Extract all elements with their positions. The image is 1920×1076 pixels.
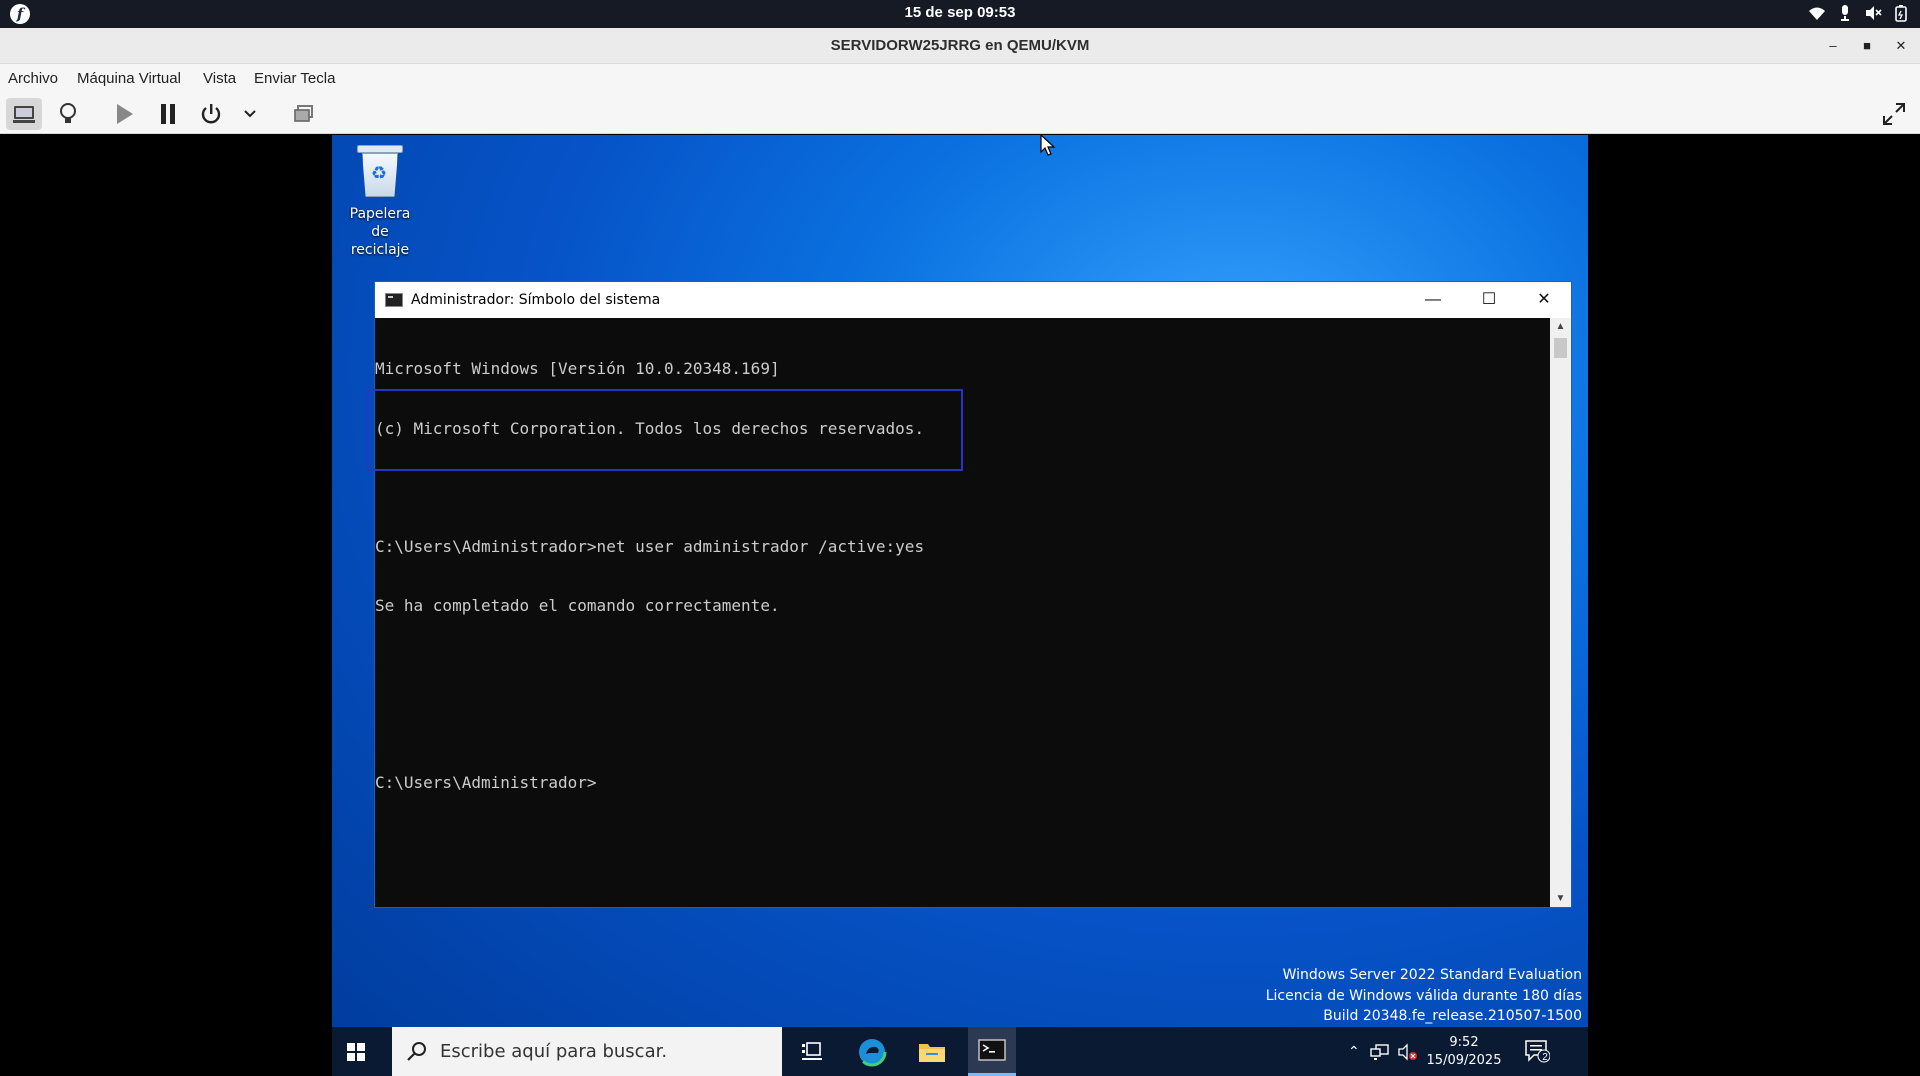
taskbar-clock[interactable]: 9:52 15/09/2025	[1424, 1034, 1504, 1070]
cmd-app-icon	[385, 293, 403, 307]
recycle-bin-icon: ♻	[357, 145, 403, 197]
scroll-up-icon[interactable]: ▲	[1550, 318, 1571, 335]
highlight-annotation-box	[367, 389, 963, 471]
system-clock[interactable]: 15 de sep 09:53	[0, 0, 1920, 25]
pause-icon[interactable]	[150, 98, 186, 130]
battery-icon[interactable]	[1892, 4, 1910, 22]
cmd-line	[375, 655, 1550, 675]
cmd-line: Microsoft Windows [Versión 10.0.20348.16…	[375, 359, 780, 379]
search-placeholder: Escribe aquí para buscar.	[440, 1041, 668, 1062]
mouse-pointer-icon	[1040, 133, 1056, 163]
run-icon[interactable]	[106, 98, 142, 130]
cmd-close-icon[interactable]: ✕	[1516, 282, 1572, 318]
chevron-down-icon[interactable]	[232, 98, 268, 130]
window-titlebar[interactable]: SERVIDORW25JRRG en QEMU/KVM – ■ ✕	[0, 28, 1920, 64]
cmd-console-output[interactable]: Microsoft Windows [Versión 10.0.20348.16…	[367, 318, 1550, 907]
volume-muted-icon[interactable]	[1864, 4, 1882, 22]
cmd-window[interactable]: Administrador: Símbolo del sistema — ☐ ✕…	[367, 281, 1572, 908]
watermark-edition: Windows Server 2022 Standard Evaluation	[1282, 967, 1582, 983]
cmd-line: Se ha completado el comando correctament…	[375, 595, 780, 615]
cmd-scrollbar[interactable]: ▲ ▼	[1550, 318, 1571, 907]
cmd-minimize-icon[interactable]: —	[1405, 282, 1461, 318]
task-view-icon[interactable]	[788, 1027, 836, 1076]
window-title: SERVIDORW25JRRG en QEMU/KVM	[830, 37, 1090, 54]
taskbar-time: 9:52	[1449, 1035, 1479, 1050]
maximize-icon[interactable]: ■	[1856, 35, 1878, 57]
recycle-bin-label-2: reciclaje	[350, 242, 410, 258]
snapshots-icon[interactable]	[286, 98, 322, 130]
scroll-thumb[interactable]	[1554, 338, 1567, 358]
scroll-down-icon[interactable]: ▼	[1550, 890, 1571, 907]
close-icon[interactable]: ✕	[1890, 35, 1912, 57]
windows-system-tray: ⌃ 9:52 15/09/2025 2	[1348, 1027, 1588, 1076]
cmd-taskbar-icon[interactable]	[968, 1027, 1016, 1076]
edge-browser-icon[interactable]	[848, 1027, 896, 1076]
gnome-top-bar: f 15 de sep 09:53	[0, 0, 1920, 28]
cmd-line	[375, 478, 1550, 498]
taskbar-search-box[interactable]: Escribe aquí para buscar.	[392, 1027, 782, 1076]
vm-console-display[interactable]: ♻ Papelera de reciclaje Administrador: S…	[332, 135, 1588, 1076]
windows-evaluation-watermark: Windows Server 2022 Standard Evaluation …	[1266, 965, 1582, 1027]
toolbar	[0, 94, 1920, 134]
cmd-prompt-line[interactable]: C:\Users\Administrador>	[375, 773, 1550, 793]
windows-taskbar: Escribe aquí para buscar. ⌃ 9:52 15/09/2…	[332, 1027, 1588, 1076]
menu-archivo[interactable]: Archivo	[8, 64, 58, 94]
cmd-line	[375, 714, 1550, 734]
taskbar-date: 15/09/2025	[1426, 1053, 1502, 1068]
chevron-up-icon[interactable]: ⌃	[1348, 1027, 1360, 1076]
fullscreen-icon[interactable]	[1876, 98, 1912, 130]
power-icon[interactable]	[193, 98, 229, 130]
watermark-build: Build 20348.fe_release.210507-1500	[1323, 1008, 1582, 1024]
notification-count: 2	[1542, 1052, 1548, 1063]
cmd-title: Administrador: Símbolo del sistema	[411, 292, 661, 308]
watermark-license: Licencia de Windows válida durante 180 d…	[1265, 987, 1582, 1004]
volume-muted-tray-icon[interactable]	[1398, 1027, 1418, 1076]
cmd-line: C:\Users\Administrador>net user administ…	[375, 536, 925, 556]
system-tray[interactable]	[1808, 4, 1910, 22]
cmd-maximize-icon[interactable]: ☐	[1461, 282, 1517, 318]
mic-icon[interactable]	[1836, 4, 1854, 22]
details-bulb-icon[interactable]	[50, 98, 86, 130]
search-icon	[406, 1040, 428, 1068]
menu-maquina-virtual[interactable]: Máquina Virtual	[77, 64, 181, 94]
console-view-icon[interactable]	[6, 98, 42, 130]
notifications-icon[interactable]: 2	[1524, 1027, 1551, 1076]
wifi-icon[interactable]	[1808, 4, 1826, 22]
menu-vista[interactable]: Vista	[203, 64, 236, 94]
windows-logo-icon	[347, 1042, 365, 1061]
start-button[interactable]	[332, 1027, 380, 1076]
cmd-titlebar[interactable]: Administrador: Símbolo del sistema — ☐ ✕	[375, 282, 1571, 318]
minimize-icon[interactable]: –	[1822, 35, 1844, 57]
recycle-bin-label-1: Papelera de	[349, 206, 411, 240]
network-icon[interactable]	[1370, 1027, 1390, 1076]
menubar: Archivo Máquina Virtual Vista Enviar Tec…	[0, 64, 1920, 94]
file-explorer-icon[interactable]	[908, 1027, 956, 1076]
menu-enviar-tecla[interactable]: Enviar Tecla	[254, 64, 335, 94]
recycle-bin-desktop-icon[interactable]: ♻ Papelera de reciclaje	[340, 145, 420, 259]
